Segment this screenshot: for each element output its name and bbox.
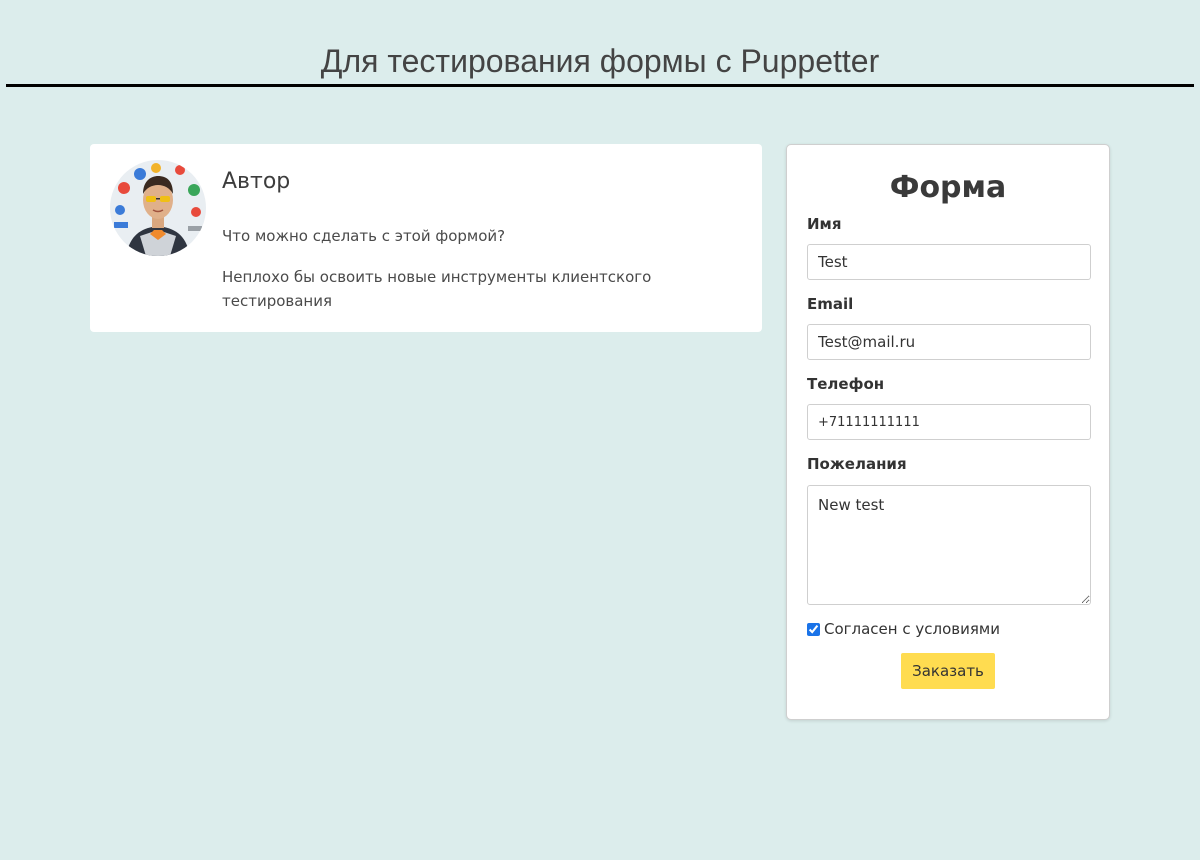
name-input[interactable] — [807, 244, 1091, 280]
author-heading: Автор — [222, 169, 291, 194]
page-header: Для тестирования формы с Puppetter — [6, 0, 1194, 87]
submit-button[interactable]: Заказать — [901, 653, 995, 689]
phone-input[interactable] — [807, 404, 1091, 440]
agree-label[interactable]: Согласен с условиями — [824, 619, 1000, 639]
author-avatar — [110, 160, 206, 256]
order-form: Форма Имя Email Телефон Пожелания New te… — [786, 144, 1110, 720]
wishes-textarea[interactable]: New test — [807, 485, 1091, 605]
author-card: Автор Что можно сделать с этой формой? Н… — [90, 144, 762, 332]
name-label: Имя — [807, 215, 842, 233]
wishes-label: Пожелания — [807, 455, 907, 473]
page-title: Для тестирования формы с Puppetter — [320, 43, 880, 79]
author-question: Что можно сделать с этой формой? — [222, 227, 506, 245]
agree-row: Согласен с условиями — [807, 618, 1000, 640]
email-input[interactable] — [807, 324, 1091, 360]
phone-label: Телефон — [807, 375, 885, 393]
form-title: Форма — [889, 170, 1007, 205]
email-label: Email — [807, 295, 854, 313]
author-description: Неплохо бы освоить новые инструменты кли… — [222, 268, 652, 310]
agree-checkbox[interactable] — [807, 622, 820, 636]
